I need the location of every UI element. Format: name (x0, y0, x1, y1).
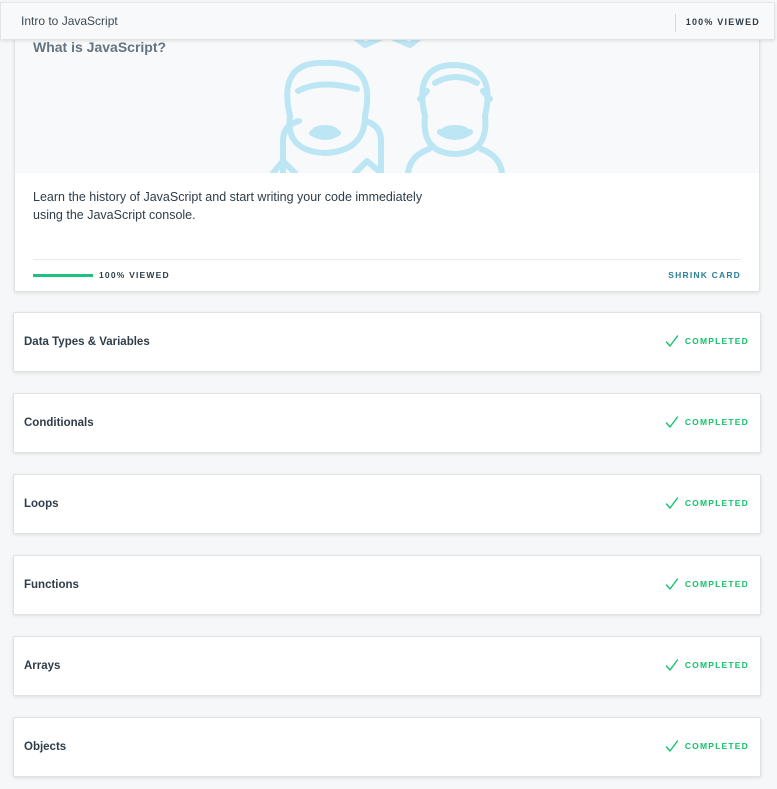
completed-status: COMPLETED (665, 496, 749, 510)
completed-status: COMPLETED (665, 577, 749, 591)
shrink-card-button[interactable]: SHRINK CARD (668, 270, 741, 280)
lesson-card-title: Conditionals (24, 417, 94, 429)
lesson-card[interactable]: Loops COMPLETED (13, 474, 761, 534)
completed-label: COMPLETED (684, 660, 749, 670)
course-viewed-status: 100% VIEWED (685, 17, 760, 27)
lesson-progress-bar (33, 274, 93, 277)
checkmark-icon (665, 659, 679, 671)
checkmark-icon (665, 740, 679, 752)
checkmark-icon (665, 335, 679, 347)
completed-label: COMPLETED (684, 417, 749, 427)
card-footer-divider (33, 259, 741, 260)
completed-status: COMPLETED (665, 334, 749, 348)
lesson-card[interactable]: Data Types & Variables COMPLETED (13, 312, 761, 372)
completed-label: COMPLETED (684, 741, 749, 751)
lesson-description: Learn the history of JavaScript and star… (33, 190, 423, 222)
lesson-card-title: Data Types & Variables (24, 336, 150, 348)
lesson-card-title: Loops (24, 498, 59, 510)
completed-label: COMPLETED (684, 579, 749, 589)
lesson-progress-fill (33, 274, 93, 277)
checkmark-icon (665, 578, 679, 590)
completed-label: COMPLETED (684, 336, 749, 346)
lesson-card-title: Objects (24, 741, 67, 753)
header-divider (675, 14, 676, 32)
lesson-card[interactable]: Functions COMPLETED (13, 555, 761, 615)
lesson-card[interactable]: Conditionals COMPLETED (13, 393, 761, 453)
completed-status: COMPLETED (665, 739, 749, 753)
lesson-title: What is JavaScript? (33, 39, 167, 55)
lesson-card-title: Functions (24, 579, 79, 591)
completed-label: COMPLETED (684, 498, 749, 508)
checkmark-icon (665, 497, 679, 509)
lesson-banner: What is JavaScript? (15, 21, 759, 173)
course-header-bar: Intro to JavaScript 100% VIEWED (0, 2, 775, 40)
lesson-progress-label: 100% VIEWED (99, 270, 170, 280)
completed-status: COMPLETED (665, 658, 749, 672)
expanded-lesson-card: What is JavaScript? Learn the history of… (14, 20, 760, 292)
lesson-card[interactable]: Objects COMPLETED (13, 717, 761, 777)
completed-status: COMPLETED (665, 415, 749, 429)
course-title[interactable]: Intro to JavaScript (21, 14, 118, 28)
lesson-card-title: Arrays (24, 660, 61, 672)
checkmark-icon (665, 416, 679, 428)
lesson-card[interactable]: Arrays COMPLETED (13, 636, 761, 696)
